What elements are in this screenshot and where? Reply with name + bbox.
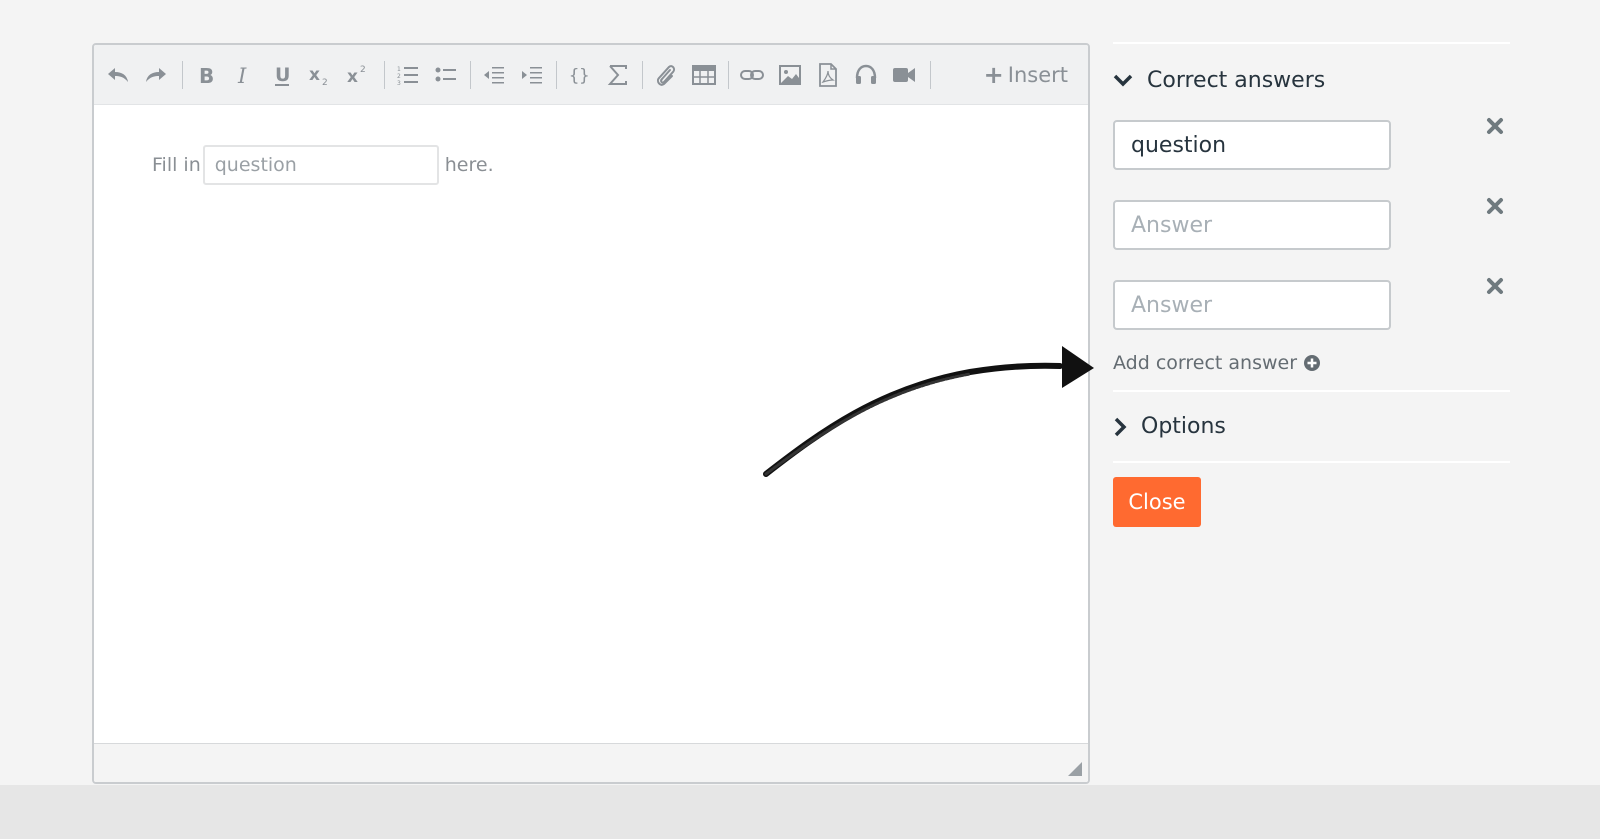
sigma-icon[interactable]: [602, 59, 634, 91]
fill-in-gap[interactable]: question: [202, 145, 439, 185]
remove-answer-button[interactable]: [1483, 194, 1507, 218]
close-icon: [1487, 278, 1503, 294]
toolbar-separator: [556, 61, 557, 89]
content-suffix-text: here.: [444, 154, 494, 176]
answer-row: [1113, 278, 1510, 330]
bold-icon[interactable]: B: [190, 59, 222, 91]
answer-row: [1113, 118, 1510, 170]
toolbar-separator: [384, 61, 385, 89]
svg-text:2: 2: [397, 73, 401, 80]
table-icon[interactable]: [688, 59, 720, 91]
add-correct-answer-label: Add correct answer: [1113, 352, 1298, 374]
correct-answers-title: Correct answers: [1147, 68, 1326, 93]
insert-button[interactable]: + Insert: [984, 59, 1068, 91]
content-prefix-text: Fill in: [152, 154, 201, 176]
redo-icon[interactable]: [140, 59, 172, 91]
outdent-icon[interactable]: [478, 59, 510, 91]
page-footer-band: [0, 785, 1600, 839]
svg-text:I: I: [237, 64, 247, 86]
plus-circle-icon: [1304, 355, 1321, 371]
toolbar-separator: [642, 61, 643, 89]
editor-statusbar: [94, 743, 1088, 782]
curly-braces-icon[interactable]: {}: [564, 59, 596, 91]
close-icon: [1487, 198, 1503, 214]
toolbar-separator: [182, 61, 183, 89]
answers-list: [1113, 118, 1510, 330]
panel-divider: [1113, 461, 1510, 463]
remove-answer-button[interactable]: [1483, 114, 1507, 138]
undo-icon[interactable]: [102, 59, 134, 91]
options-title: Options: [1141, 414, 1226, 439]
unordered-list-icon[interactable]: [430, 59, 462, 91]
resize-handle-icon[interactable]: [1068, 762, 1082, 776]
toolbar-separator: [728, 61, 729, 89]
remove-answer-button[interactable]: [1483, 274, 1507, 298]
panel-divider: [1113, 42, 1510, 44]
toolbar-separator: [930, 61, 931, 89]
correct-answers-header[interactable]: Correct answers: [1113, 68, 1510, 93]
answer-input-3[interactable]: [1113, 280, 1391, 330]
answer-row: [1113, 198, 1510, 250]
svg-text:U: U: [275, 64, 290, 86]
editor-content-area[interactable]: Fill in question here.: [94, 105, 1088, 743]
plus-icon: +: [983, 61, 1004, 89]
image-icon[interactable]: [774, 59, 806, 91]
svg-text:2: 2: [322, 78, 328, 87]
panel-divider: [1113, 390, 1510, 392]
chevron-right-icon: [1114, 417, 1127, 436]
ordered-list-icon[interactable]: 123: [392, 59, 424, 91]
underline-icon[interactable]: U: [266, 59, 298, 91]
pdf-icon[interactable]: [812, 59, 844, 91]
content-paragraph: Fill in question here.: [152, 145, 494, 185]
superscript-icon[interactable]: x2: [342, 59, 374, 91]
options-header[interactable]: Options: [1113, 414, 1510, 439]
answer-input-1[interactable]: [1113, 120, 1391, 170]
svg-text:{}: {}: [569, 66, 589, 86]
add-correct-answer-button[interactable]: Add correct answer: [1113, 352, 1510, 374]
svg-text:3: 3: [397, 80, 401, 86]
fill-in-gap-value: question: [214, 154, 297, 176]
svg-text:1: 1: [397, 66, 401, 73]
svg-text:B: B: [199, 64, 214, 86]
editor-toolbar: B I U x2 x2 123 {} + Insert: [94, 45, 1088, 105]
close-icon: [1487, 118, 1503, 134]
audio-icon[interactable]: [850, 59, 882, 91]
svg-text:x: x: [309, 65, 320, 85]
svg-text:x: x: [347, 67, 358, 87]
paperclip-icon[interactable]: [650, 59, 682, 91]
italic-icon[interactable]: I: [228, 59, 260, 91]
toolbar-separator: [470, 61, 471, 89]
answer-input-2[interactable]: [1113, 200, 1391, 250]
video-icon[interactable]: [888, 59, 920, 91]
insert-label: Insert: [1007, 63, 1068, 87]
subscript-icon[interactable]: x2: [304, 59, 336, 91]
answers-panel: Correct answers Add correct answer Op: [1113, 42, 1510, 527]
rich-text-editor: B I U x2 x2 123 {} + Insert Fill in ques…: [92, 43, 1090, 784]
chevron-down-icon: [1113, 74, 1133, 86]
close-button[interactable]: Close: [1113, 477, 1201, 527]
link-icon[interactable]: [736, 59, 768, 91]
indent-icon[interactable]: [516, 59, 548, 91]
svg-text:2: 2: [360, 65, 366, 75]
